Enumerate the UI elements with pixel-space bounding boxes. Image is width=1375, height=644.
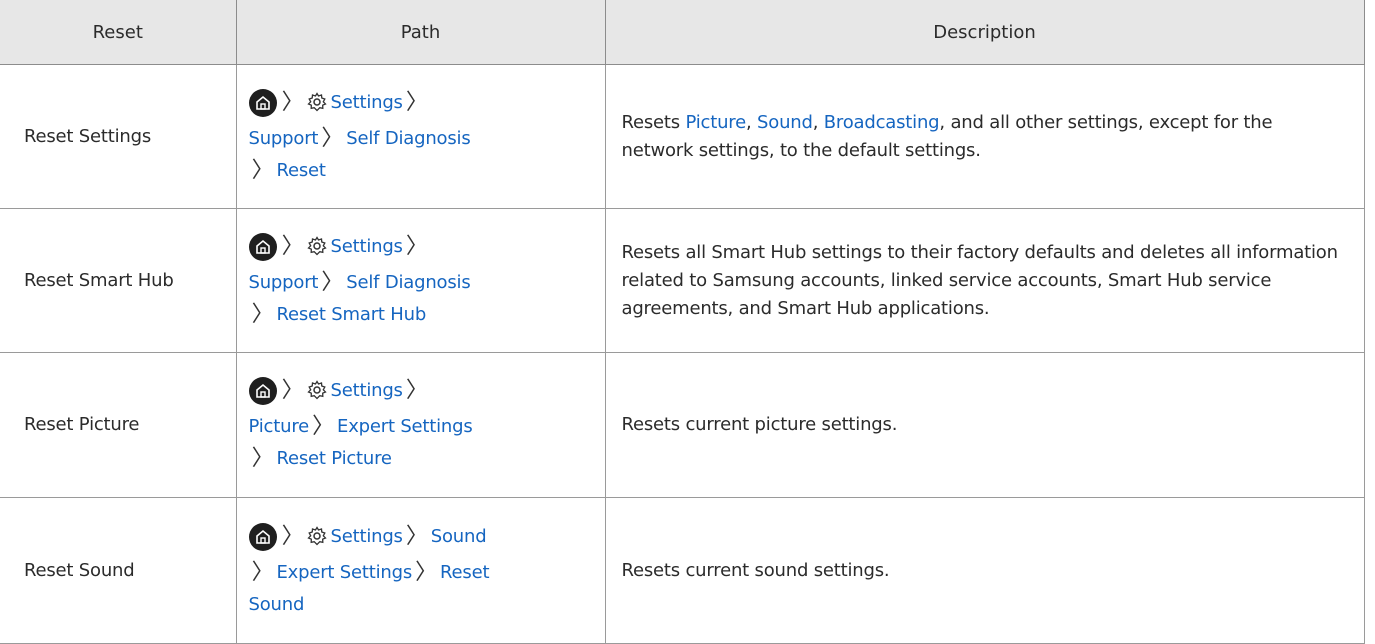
path-link[interactable]: Settings	[331, 92, 403, 113]
chevron-right-icon: 〉	[251, 446, 274, 471]
chevron-right-icon: 〉	[312, 414, 334, 439]
path-link[interactable]: Reset Smart Hub	[277, 304, 427, 325]
reset-name: Reset Sound	[0, 497, 237, 644]
path-link[interactable]: Picture	[249, 416, 310, 437]
menu-path: 〉 Settings 〉 Support 〉 Self Diagnosis 〉 Reset	[235, 64, 606, 209]
reset-name: Reset Smart Hub	[0, 208, 237, 353]
header-path: Path	[235, 0, 606, 65]
path-link[interactable]: Sound	[249, 594, 305, 615]
table-row: Reset Sound 〉 Settings 〉 Sound 〉 Expert Sett…	[0, 497, 1365, 644]
path-link[interactable]: Settings	[331, 380, 403, 401]
desc-text: Resets	[621, 111, 686, 133]
path-link[interactable]: Settings	[331, 236, 403, 257]
gear-icon	[306, 235, 327, 267]
path-link[interactable]: Self Diagnosis	[346, 128, 470, 149]
home-icon	[248, 232, 277, 261]
gear-icon	[306, 525, 327, 557]
path-link[interactable]: Reset	[440, 562, 489, 583]
path-link[interactable]: Sound	[431, 526, 487, 547]
desc-link-picture[interactable]: Picture	[685, 112, 746, 133]
chevron-right-icon: 〉	[405, 523, 428, 549]
path-link[interactable]: Expert Settings	[337, 416, 473, 437]
desc-text: ,	[746, 111, 758, 133]
reset-name: Reset Settings	[0, 64, 237, 209]
reset-description: Resets current sound settings.	[604, 497, 1365, 644]
gear-icon	[306, 91, 327, 123]
header-reset: Reset	[0, 0, 237, 65]
chevron-right-icon: 〉	[251, 301, 274, 327]
menu-path: 〉 Settings 〉 Sound 〉 Expert Settings 〉 Reset S…	[235, 497, 606, 644]
chevron-right-icon: 〉	[415, 559, 437, 585]
chevron-right-icon: 〉	[405, 233, 428, 259]
chevron-right-icon: 〉	[321, 269, 344, 295]
header-description: Description	[604, 0, 1365, 65]
desc-link-sound[interactable]: Sound	[757, 112, 813, 133]
chevron-right-icon: 〉	[251, 559, 274, 585]
desc-link-broadcasting[interactable]: Broadcasting	[824, 112, 940, 133]
reset-description: Resets current picture settings.	[604, 352, 1365, 498]
home-icon	[248, 377, 277, 405]
chevron-right-icon: 〉	[405, 89, 428, 115]
reset-name: Reset Picture	[0, 352, 237, 498]
reset-description: Resets all Smart Hub settings to their f…	[604, 208, 1365, 353]
path-link[interactable]: Reset Picture	[277, 448, 393, 469]
path-link[interactable]: Settings	[331, 526, 403, 547]
chevron-right-icon: 〉	[321, 125, 344, 151]
reset-options-table: Reset Path Description Reset Settings 〉 S…	[0, 0, 1365, 644]
path-link[interactable]: Reset	[277, 160, 326, 181]
chevron-right-icon: 〉	[281, 89, 304, 115]
path-link[interactable]: Support	[249, 128, 319, 149]
chevron-right-icon: 〉	[281, 233, 304, 259]
chevron-right-icon: 〉	[281, 378, 304, 403]
table-row: Reset Picture 〉 Settings 〉 Picture 〉 Expert …	[0, 352, 1365, 498]
home-icon	[248, 522, 277, 551]
reset-description: Resets Picture, Sound, Broadcasting, and…	[604, 64, 1365, 209]
chevron-right-icon: 〉	[405, 378, 428, 403]
path-link[interactable]: Self Diagnosis	[346, 272, 470, 293]
chevron-right-icon: 〉	[251, 157, 274, 183]
chevron-right-icon: 〉	[281, 523, 304, 549]
path-link[interactable]: Expert Settings	[277, 562, 413, 583]
path-link[interactable]: Support	[249, 272, 319, 293]
table-header-row: Reset Path Description	[0, 0, 1365, 65]
menu-path: 〉 Settings 〉 Picture 〉 Expert Settings 〉 Rese…	[235, 352, 606, 498]
desc-text: ,	[812, 111, 824, 133]
home-icon	[248, 88, 277, 117]
menu-path: 〉 Settings 〉 Support 〉 Self Diagnosis 〉 Reset…	[235, 208, 606, 353]
gear-icon	[306, 379, 327, 411]
table-row: Reset Smart Hub 〉 Settings 〉 Support 〉 Self …	[0, 208, 1365, 353]
table-row: Reset Settings 〉 Settings 〉 Support 〉 Self D…	[0, 64, 1365, 209]
